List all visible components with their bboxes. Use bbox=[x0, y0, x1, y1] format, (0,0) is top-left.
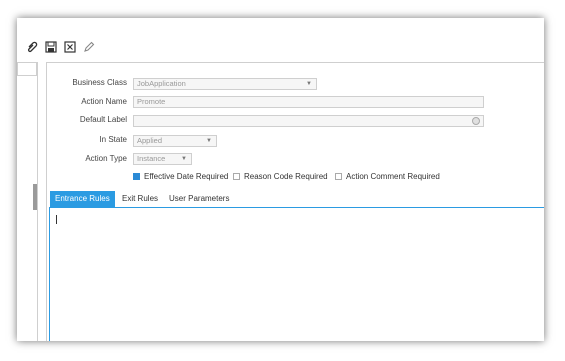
in-state-select[interactable]: Applied ▼ bbox=[133, 135, 217, 147]
business-class-select[interactable]: JobApplication ▼ bbox=[133, 78, 317, 90]
save-icon[interactable] bbox=[44, 40, 58, 54]
action-comment-checkbox[interactable]: Action Comment Required bbox=[335, 172, 440, 181]
action-name-input[interactable]: Promote bbox=[133, 96, 484, 108]
checkbox-checked-icon bbox=[133, 173, 140, 180]
effective-date-label: Effective Date Required bbox=[144, 172, 229, 181]
form-panel: Business Class JobApplication ▼ Action N… bbox=[46, 62, 544, 341]
pencil-icon[interactable] bbox=[82, 40, 96, 54]
app-window: Business Class JobApplication ▼ Action N… bbox=[17, 18, 544, 341]
dropdown-caret-icon: ▼ bbox=[181, 156, 187, 162]
translate-globe-icon[interactable] bbox=[472, 117, 480, 125]
reason-code-checkbox[interactable]: Reason Code Required bbox=[233, 172, 328, 181]
action-name-value: Promote bbox=[137, 97, 166, 106]
business-class-value: JobApplication bbox=[137, 79, 186, 88]
default-label-label: Default Label bbox=[79, 115, 127, 124]
scrollbar-thumb[interactable] bbox=[33, 184, 37, 210]
in-state-label: In State bbox=[99, 135, 127, 144]
action-type-select[interactable]: Instance ▼ bbox=[133, 153, 192, 165]
business-class-label: Business Class bbox=[72, 78, 127, 87]
tab-exit-rules[interactable]: Exit Rules bbox=[117, 191, 163, 207]
rules-editor[interactable] bbox=[49, 207, 544, 341]
dropdown-caret-icon: ▼ bbox=[206, 138, 212, 144]
text-cursor bbox=[56, 215, 57, 224]
toolbar bbox=[17, 18, 544, 58]
reason-code-label: Reason Code Required bbox=[244, 172, 328, 181]
action-type-value: Instance bbox=[137, 154, 166, 163]
action-name-label: Action Name bbox=[81, 97, 127, 106]
checkbox-unchecked-icon bbox=[233, 173, 240, 180]
left-pane-header bbox=[17, 62, 37, 76]
paperclip-icon[interactable] bbox=[25, 40, 39, 54]
checkbox-unchecked-icon bbox=[335, 173, 342, 180]
action-type-label: Action Type bbox=[85, 154, 127, 163]
close-box-icon[interactable] bbox=[63, 40, 77, 54]
tab-entrance-rules[interactable]: Entrance Rules bbox=[50, 191, 115, 207]
dropdown-caret-icon: ▼ bbox=[306, 81, 312, 87]
tab-user-parameters[interactable]: User Parameters bbox=[164, 191, 234, 207]
effective-date-checkbox[interactable]: Effective Date Required bbox=[133, 172, 228, 181]
in-state-value: Applied bbox=[137, 136, 163, 145]
action-comment-label: Action Comment Required bbox=[346, 172, 440, 181]
default-label-input[interactable] bbox=[133, 115, 484, 127]
